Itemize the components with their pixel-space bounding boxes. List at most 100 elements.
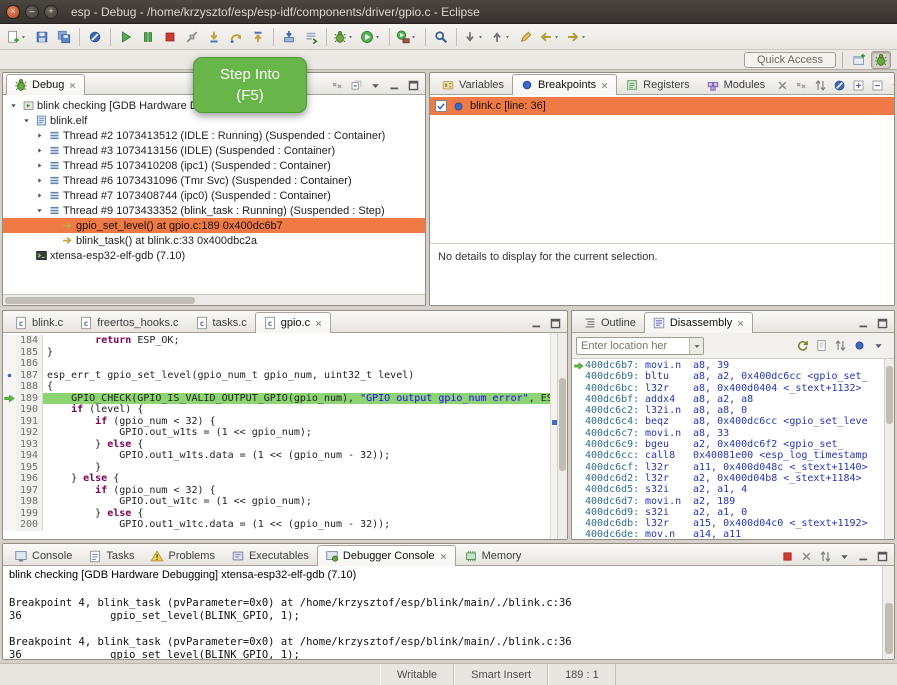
scroll-lock-icon[interactable]: [816, 547, 834, 565]
save-all-button[interactable]: [53, 26, 75, 48]
quick-access-button[interactable]: Quick Access: [744, 52, 836, 68]
view-menu-icon[interactable]: [869, 337, 887, 355]
next-annotation-button-dropdown-icon[interactable]: [478, 33, 486, 41]
debug-tree-item[interactable]: gpio_set_level() at gpio.c:189 0x400dc6b…: [3, 218, 425, 233]
minimize-icon[interactable]: [385, 76, 403, 94]
expand-all-icon[interactable]: [849, 76, 867, 94]
close-tab-icon[interactable]: [600, 81, 609, 90]
link-with-debug-icon[interactable]: [811, 76, 829, 94]
back-button-dropdown-icon[interactable]: [554, 33, 562, 41]
open-perspective-button[interactable]: [849, 51, 869, 69]
back-button[interactable]: [537, 26, 564, 48]
console-tab-problems[interactable]: Problems: [142, 545, 222, 565]
terminate-icon[interactable]: [778, 547, 796, 565]
close-tab-icon[interactable]: [736, 319, 745, 328]
step-into-button[interactable]: [203, 26, 225, 48]
remove-breakpoint-icon[interactable]: [773, 76, 791, 94]
debug-tree-item[interactable]: Thread #6 1073431096 (Tmr Svc) (Suspende…: [3, 173, 425, 188]
disassembly-listing[interactable]: 400dc6b7:movi.na8, 39400dc6b9:bltua8, a2…: [572, 359, 884, 539]
console-output[interactable]: blink checking [GDB Hardware Debugging] …: [3, 566, 882, 659]
show-source-icon[interactable]: [812, 337, 830, 355]
step-over-button[interactable]: [225, 26, 247, 48]
disassembly-vertical-scrollbar[interactable]: [884, 359, 894, 539]
minimize-icon[interactable]: [854, 314, 872, 332]
debug-tree-item[interactable]: xtensa-esp32-elf-gdb (7.10): [3, 248, 425, 263]
editor-tab-freertos-hooks-c[interactable]: cfreertos_hooks.c: [71, 312, 186, 332]
remove-console-icon[interactable]: [797, 547, 815, 565]
breakpoints-tab-breakpoints[interactable]: Breakpoints: [512, 74, 617, 95]
save-button[interactable]: [31, 26, 53, 48]
location-combo-value[interactable]: Enter location her: [577, 340, 689, 352]
debug-tree-item[interactable]: Thread #3 1073413156 (IDLE) (Suspended :…: [3, 143, 425, 158]
resume-button[interactable]: [115, 26, 137, 48]
close-tab-icon[interactable]: [68, 81, 77, 90]
forward-button-dropdown-icon[interactable]: [581, 33, 589, 41]
debug-tree-item[interactable]: Thread #7 1073408744 (ipc0) (Suspended :…: [3, 188, 425, 203]
editor-tab-blink-c[interactable]: cblink.c: [6, 312, 71, 332]
skip-all-breakpoints-button[interactable]: [84, 26, 106, 48]
search-button[interactable]: [430, 26, 452, 48]
console-tab-memory[interactable]: Memory: [456, 545, 530, 565]
instruction-stepping-button[interactable]: [300, 26, 322, 48]
forward-button[interactable]: [564, 26, 591, 48]
previous-annotation-button[interactable]: [488, 26, 515, 48]
maximize-icon[interactable]: [873, 547, 891, 565]
remove-all-terminated-icon[interactable]: [328, 76, 346, 94]
breakpoints-tab-registers[interactable]: Registers: [617, 74, 697, 94]
debug-tab-debug[interactable]: Debug: [6, 74, 85, 95]
breakpoint-checkbox[interactable]: [435, 100, 447, 112]
new-button-dropdown-icon[interactable]: [21, 33, 29, 41]
debug-tree-item[interactable]: Thread #9 1073433352 (blink_task : Runni…: [3, 203, 425, 218]
drop-to-frame-button[interactable]: [278, 26, 300, 48]
previous-annotation-button-dropdown-icon[interactable]: [505, 33, 513, 41]
debug-tree-item[interactable]: Thread #2 1073413512 (IDLE : Running) (S…: [3, 128, 425, 143]
expander-open-icon[interactable]: [20, 116, 33, 125]
external-tools-button-dropdown-icon[interactable]: [411, 33, 419, 41]
last-edit-location-button[interactable]: [515, 26, 537, 48]
maximize-icon[interactable]: [873, 314, 891, 332]
expander-closed-icon[interactable]: [33, 161, 46, 170]
location-combo-dropdown-icon[interactable]: [689, 338, 703, 354]
breakpoint-row[interactable]: blink.c [line: 36]: [430, 97, 894, 115]
terminate-button[interactable]: [159, 26, 181, 48]
maximize-icon[interactable]: [404, 76, 422, 94]
debug-button[interactable]: [331, 26, 358, 48]
expander-closed-icon[interactable]: [33, 131, 46, 140]
window-maximize-button[interactable]: +: [44, 5, 58, 19]
maximize-icon[interactable]: [546, 314, 564, 332]
expander-closed-icon[interactable]: [33, 146, 46, 155]
code-editor[interactable]: 184 return ESP_OK;185}186187esp_err_t gp…: [3, 333, 550, 539]
suspend-button[interactable]: [137, 26, 159, 48]
disconnect-button[interactable]: [181, 26, 203, 48]
new-button[interactable]: [4, 26, 31, 48]
location-combo[interactable]: Enter location her: [576, 337, 704, 355]
debug-tree-item[interactable]: blink_task() at blink.c:33 0x400dbc2a: [3, 233, 425, 248]
debug-tree-item[interactable]: Thread #5 1073410208 (ipc1) (Suspended :…: [3, 158, 425, 173]
disassembly-tab-outline[interactable]: Outline: [575, 312, 644, 332]
editor-vertical-scrollbar[interactable]: [557, 333, 567, 539]
step-return-button[interactable]: [247, 26, 269, 48]
refresh-icon[interactable]: [793, 337, 811, 355]
console-tab-debugger-console[interactable]: Debugger Console: [317, 545, 456, 566]
external-tools-button[interactable]: [394, 26, 421, 48]
expander-open-icon[interactable]: [33, 206, 46, 215]
view-menu-icon[interactable]: [887, 76, 895, 94]
minimize-icon[interactable]: [854, 547, 872, 565]
close-tab-icon[interactable]: [439, 552, 448, 561]
skip-all-breakpoints-icon[interactable]: [830, 76, 848, 94]
expander-closed-icon[interactable]: [33, 191, 46, 200]
overview-ruler[interactable]: [550, 333, 557, 539]
run-button[interactable]: [358, 26, 385, 48]
view-menu-icon[interactable]: [835, 547, 853, 565]
remove-all-breakpoints-icon[interactable]: [792, 76, 810, 94]
window-minimize-button[interactable]: –: [25, 5, 39, 19]
expander-closed-icon[interactable]: [33, 176, 46, 185]
window-close-button[interactable]: ×: [6, 5, 20, 19]
link-icon[interactable]: [831, 337, 849, 355]
breakpoints-icon[interactable]: [850, 337, 868, 355]
editor-tab-tasks-c[interactable]: ctasks.c: [187, 312, 255, 332]
view-menu-icon[interactable]: [366, 76, 384, 94]
debug-perspective-button[interactable]: [871, 51, 891, 69]
debug-button-dropdown-icon[interactable]: [348, 33, 356, 41]
close-tab-icon[interactable]: [314, 319, 323, 328]
